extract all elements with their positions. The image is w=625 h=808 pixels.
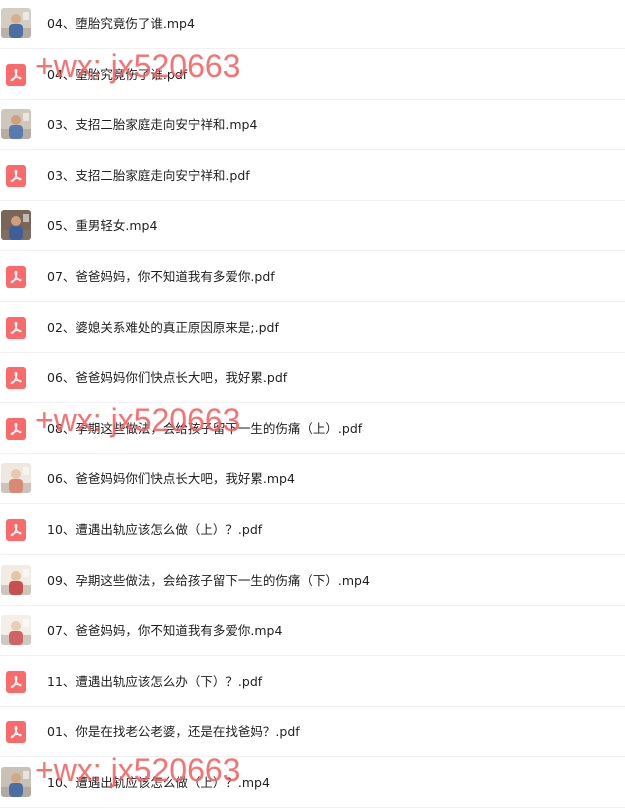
pdf-file-icon [6,367,26,390]
file-name: 07、爸爸妈妈，你不知道我有多爱你.pdf [47,269,275,284]
file-row[interactable]: 11、遭遇出轨应该怎么办（下）？.pdf [0,657,625,707]
file-row[interactable]: 03、支招二胎家庭走向安宁祥和.pdf [0,151,625,201]
file-row[interactable]: 01、你是在找老公老婆，还是在找爸妈？.pdf [0,707,625,758]
file-name: 02、婆媳关系难处的真正原因原来是;.pdf [47,319,279,335]
file-name: 03、支招二胎家庭走向安宁祥和.pdf [47,167,250,183]
file-row[interactable]: 06、爸爸妈妈你们快点长大吧，我好累.pdf [0,353,625,404]
video-thumbnail-icon [1,564,31,595]
pdf-file-icon [6,316,26,339]
file-name: 07、爸爸妈妈，你不知道我有多爱你.mp4 [47,623,283,639]
file-row[interactable]: 07、爸爸妈妈，你不知道我有多爱你.mp4 [0,606,625,657]
file-name: 04、堕胎究竟伤了谁.mp4 [47,16,195,31]
file-name: 06、爸爸妈妈你们快点长大吧，我好累.mp4 [47,471,295,487]
file-name: 06、爸爸妈妈你们快点长大吧，我好累.pdf [47,370,288,386]
pdf-file-icon [6,519,26,541]
file-list: 04、堕胎究竟伤了谁.mp4 04、堕胎究竟伤了谁.pdf 03、支招二胎家庭走向安… [0,0,625,808]
file-row[interactable]: 06、爸爸妈妈你们快点长大吧，我好累.mp4 [0,454,625,505]
file-name: 10、遭遇出轨应该怎么做（上）？.pdf [47,522,263,537]
file-row[interactable]: 05、重男轻女.mp4 [0,201,625,252]
file-name: 04、堕胎究竟伤了谁.pdf [47,66,188,82]
video-thumbnail-icon [1,210,31,241]
file-name: 09、孕期这些做法，会给孩子留下一生的伤痛（下）.mp4 [47,572,370,588]
file-name: 03、支招二胎家庭走向安宁祥和.mp4 [47,117,258,133]
video-thumbnail-icon [1,615,31,646]
file-row[interactable]: 03、支招二胎家庭走向安宁祥和.mp4 [0,100,625,151]
file-name: 10、遭遇出轨应该怎么做（上）？.mp4 [47,775,270,790]
video-thumbnail-icon [1,463,31,494]
video-thumbnail-icon [1,767,31,797]
video-thumbnail-icon [1,109,31,140]
pdf-file-icon [6,417,26,440]
file-row[interactable]: 02、婆媳关系难处的真正原因原来是;.pdf [0,303,625,353]
file-row[interactable]: 10、遭遇出轨应该怎么做（上）？.mp4 [0,758,625,808]
file-row[interactable]: 07、爸爸妈妈，你不知道我有多爱你.pdf [0,252,625,302]
file-name: 05、重男轻女.mp4 [47,218,158,234]
pdf-file-icon [6,670,26,693]
file-name: 08、孕期这些做法，会给孩子留下一生的伤痛（上）.pdf [47,420,363,436]
file-row[interactable]: 04、堕胎究竟伤了谁.pdf [0,50,625,100]
file-row[interactable]: 08、孕期这些做法，会给孩子留下一生的伤痛（上）.pdf [0,404,625,454]
file-name: 01、你是在找老公老婆，还是在找爸妈？.pdf [47,724,300,740]
pdf-file-icon [6,164,26,187]
file-name: 11、遭遇出轨应该怎么办（下）？.pdf [47,673,263,689]
pdf-file-icon [6,266,26,288]
pdf-file-icon [6,721,26,744]
pdf-file-icon [6,63,26,86]
video-thumbnail-icon [1,8,31,38]
file-row[interactable]: 09、孕期这些做法，会给孩子留下一生的伤痛（下）.mp4 [0,556,625,606]
file-row[interactable]: 04、堕胎究竟伤了谁.mp4 [0,0,625,49]
file-row[interactable]: 10、遭遇出轨应该怎么做（上）？.pdf [0,505,625,555]
